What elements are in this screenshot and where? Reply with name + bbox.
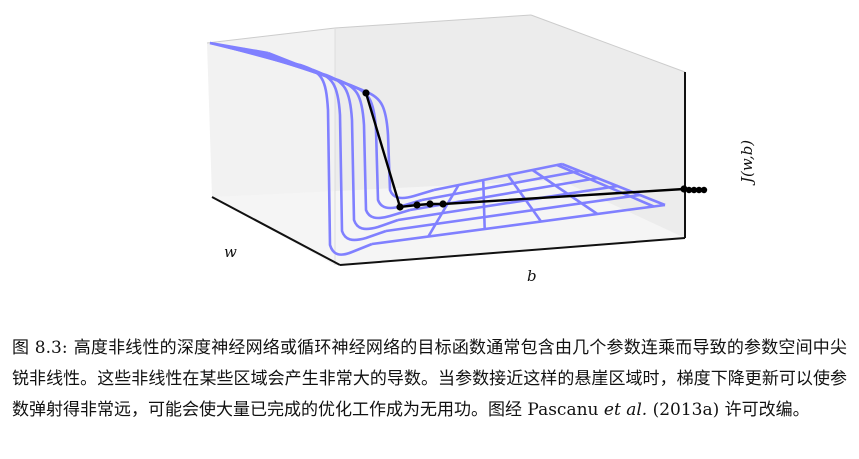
caption-text-part2: (2013a) 许可改编。 bbox=[647, 400, 810, 420]
figure-caption: 图 8.3: 高度非线性的深度神经网络或循环神经网络的目标函数通常包含由几个参数连… bbox=[12, 333, 847, 426]
trajectory-point bbox=[362, 89, 370, 97]
z-axis-label: J(w,b) bbox=[738, 140, 756, 186]
b-axis-label: b bbox=[527, 267, 537, 285]
caption-label: 图 8.3: bbox=[12, 338, 68, 358]
trajectory-point bbox=[439, 200, 447, 208]
trajectory-point bbox=[700, 186, 708, 194]
trajectory-point bbox=[396, 203, 404, 211]
trajectory-point bbox=[426, 200, 434, 208]
figure-cliff-surface: w b J(w,b) bbox=[0, 0, 859, 300]
trajectory-point bbox=[413, 201, 421, 209]
caption-text-em: et al. bbox=[603, 400, 648, 420]
surface-floor-line bbox=[481, 179, 486, 230]
surface-plot: w b J(w,b) bbox=[206, 14, 756, 285]
w-axis-label: w bbox=[224, 243, 237, 261]
